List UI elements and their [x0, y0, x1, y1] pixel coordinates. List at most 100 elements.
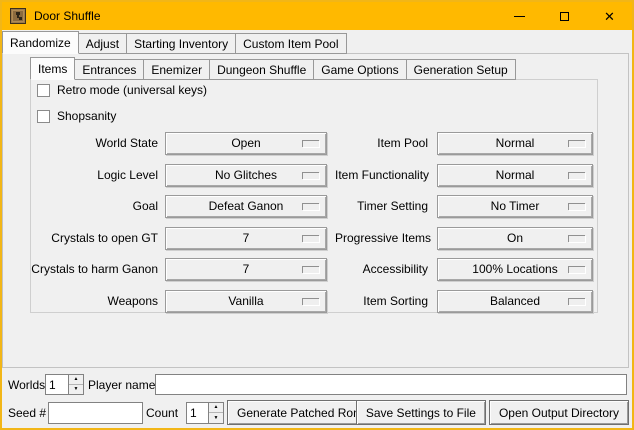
door-shuffle-window: Door Shuffle ✕ Randomize Adjust Starting…	[0, 0, 634, 430]
sub-tab-bar: Items Entrances Enemizer Dungeon Shuffle…	[30, 57, 515, 80]
tab-dungeon-shuffle[interactable]: Dungeon Shuffle	[209, 59, 314, 80]
crystals-ganon-dropdown[interactable]: 7	[165, 258, 327, 281]
goal-label: Goal	[30, 199, 158, 213]
weapons-value: Vanilla	[228, 294, 263, 308]
accessibility-dropdown[interactable]: 100% Locations	[437, 258, 593, 281]
weapons-dropdown[interactable]: Vanilla	[165, 290, 327, 313]
option-row: Crystals to harm Ganon 7 Accessibility 1…	[30, 257, 593, 281]
dropdown-indicator-icon	[568, 266, 585, 273]
goal-dropdown[interactable]: Defeat Ganon	[165, 195, 327, 218]
accessibility-label: Accessibility	[335, 262, 428, 276]
player-names-label: Player names	[88, 378, 161, 392]
crystals-ganon-label: Crystals to harm Ganon	[30, 262, 158, 276]
progressive-items-value: On	[507, 231, 523, 245]
logic-level-value: No Glitches	[215, 168, 277, 182]
dropdown-indicator-icon	[302, 235, 319, 242]
option-row: World State Open Item Pool Normal	[30, 131, 593, 155]
crystals-ganon-value: 7	[243, 262, 250, 276]
world-state-label: World State	[30, 136, 158, 150]
retro-mode-label[interactable]: Retro mode (universal keys)	[57, 83, 207, 97]
item-functionality-label: Item Functionality	[335, 168, 428, 182]
retro-mode-row[interactable]: Retro mode (universal keys)	[37, 83, 207, 97]
worlds-spin-buttons: ▲ ▼	[68, 375, 83, 394]
tab-generation-setup[interactable]: Generation Setup	[406, 59, 516, 80]
player-names-input[interactable]	[155, 374, 627, 395]
tab-entrances[interactable]: Entrances	[74, 59, 144, 80]
maximize-button[interactable]	[542, 2, 587, 30]
option-row: Weapons Vanilla Item Sorting Balanced	[30, 289, 593, 313]
shopsanity-label[interactable]: Shopsanity	[57, 109, 116, 123]
weapons-label: Weapons	[30, 294, 158, 308]
dropdown-indicator-icon	[568, 172, 585, 179]
timer-setting-dropdown[interactable]: No Timer	[437, 195, 593, 218]
item-functionality-value: Normal	[496, 168, 535, 182]
generate-patched-rom-button[interactable]: Generate Patched Rom	[227, 400, 373, 425]
minimize-icon	[514, 16, 525, 17]
titlebar[interactable]: Door Shuffle ✕	[2, 2, 632, 30]
option-row: Goal Defeat Ganon Timer Setting No Timer	[30, 194, 593, 218]
crystals-gt-label: Crystals to open GT	[30, 231, 158, 245]
item-pool-label: Item Pool	[335, 136, 428, 150]
tab-randomize[interactable]: Randomize	[2, 31, 79, 54]
world-state-dropdown[interactable]: Open	[165, 132, 327, 155]
retro-mode-checkbox[interactable]	[37, 84, 50, 97]
dropdown-indicator-icon	[568, 203, 585, 210]
tab-adjust[interactable]: Adjust	[78, 33, 127, 54]
shopsanity-checkbox[interactable]	[37, 110, 50, 123]
dropdown-indicator-icon	[302, 172, 319, 179]
crystals-gt-value: 7	[243, 231, 250, 245]
progressive-items-dropdown[interactable]: On	[437, 227, 593, 250]
logic-level-label: Logic Level	[30, 168, 158, 182]
save-settings-button[interactable]: Save Settings to File	[356, 400, 486, 425]
count-input[interactable]	[187, 403, 208, 423]
spin-up-icon[interactable]: ▲	[209, 403, 223, 413]
open-output-directory-button[interactable]: Open Output Directory	[489, 400, 629, 425]
seed-input[interactable]	[48, 402, 143, 424]
dropdown-indicator-icon	[302, 140, 319, 147]
tab-enemizer[interactable]: Enemizer	[143, 59, 210, 80]
dropdown-indicator-icon	[568, 235, 585, 242]
spin-down-icon[interactable]: ▼	[69, 385, 83, 395]
goal-value: Defeat Ganon	[209, 199, 284, 213]
dropdown-indicator-icon	[568, 298, 585, 305]
minimize-button[interactable]	[497, 2, 542, 30]
dropdown-indicator-icon	[302, 203, 319, 210]
bottom-right-buttons: Save Settings to File Open Output Direct…	[356, 400, 629, 425]
tab-starting-inventory[interactable]: Starting Inventory	[126, 33, 236, 54]
accessibility-value: 100% Locations	[472, 262, 557, 276]
spin-up-icon[interactable]: ▲	[69, 375, 83, 385]
progressive-items-label: Progressive Items	[335, 231, 428, 245]
item-sorting-label: Item Sorting	[335, 294, 428, 308]
option-row: Crystals to open GT 7 Progressive Items …	[30, 226, 593, 250]
item-sorting-dropdown[interactable]: Balanced	[437, 290, 593, 313]
dropdown-indicator-icon	[302, 298, 319, 305]
world-state-value: Open	[231, 136, 260, 150]
worlds-spinner[interactable]: ▲ ▼	[45, 374, 84, 395]
dropdown-indicator-icon	[568, 140, 585, 147]
timer-setting-value: No Timer	[491, 199, 540, 213]
close-icon: ✕	[604, 10, 615, 23]
logic-level-dropdown[interactable]: No Glitches	[165, 164, 327, 187]
seed-label: Seed #	[8, 406, 46, 420]
item-pool-dropdown[interactable]: Normal	[437, 132, 593, 155]
dropdown-indicator-icon	[302, 266, 319, 273]
tab-game-options[interactable]: Game Options	[313, 59, 406, 80]
spin-down-icon[interactable]: ▼	[209, 413, 223, 423]
item-functionality-dropdown[interactable]: Normal	[437, 164, 593, 187]
timer-setting-label: Timer Setting	[335, 199, 428, 213]
count-spinner[interactable]: ▲ ▼	[186, 402, 224, 424]
count-spin-buttons: ▲ ▼	[208, 403, 223, 423]
tab-items[interactable]: Items	[30, 57, 75, 80]
shopsanity-row[interactable]: Shopsanity	[37, 109, 116, 123]
tab-custom-item-pool[interactable]: Custom Item Pool	[235, 33, 346, 54]
app-icon	[10, 8, 26, 24]
item-sorting-value: Balanced	[490, 294, 540, 308]
count-label: Count	[146, 406, 178, 420]
item-pool-value: Normal	[496, 136, 535, 150]
main-tab-bar: Randomize Adjust Starting Inventory Cust…	[2, 31, 346, 54]
close-button[interactable]: ✕	[587, 2, 632, 30]
worlds-input[interactable]	[46, 375, 68, 394]
worlds-label: Worlds	[8, 378, 45, 392]
option-row: Logic Level No Glitches Item Functionali…	[30, 163, 593, 187]
crystals-gt-dropdown[interactable]: 7	[165, 227, 327, 250]
